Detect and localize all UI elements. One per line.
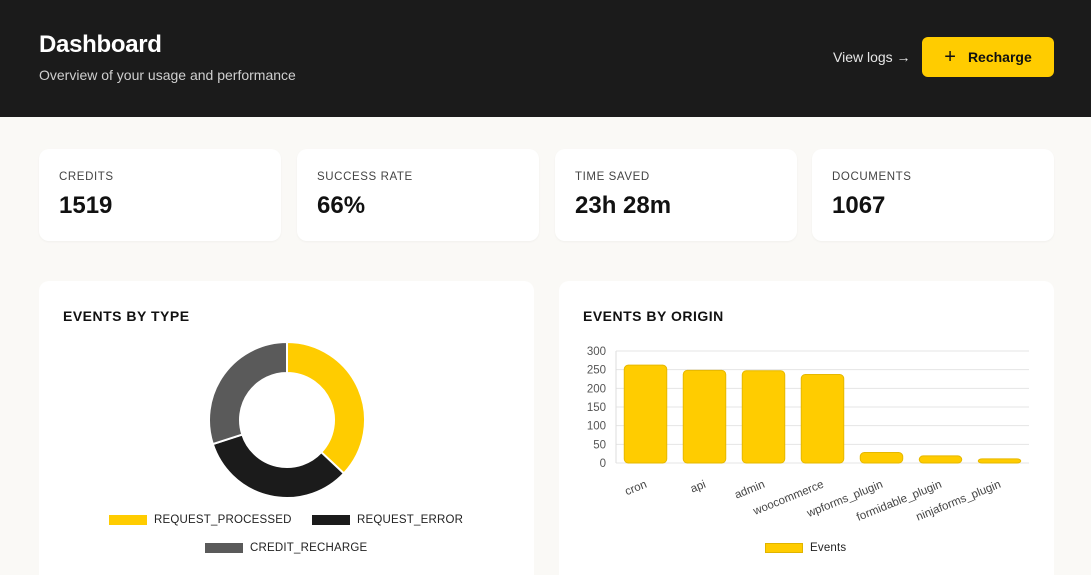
stat-label: DOCUMENTS <box>832 171 912 183</box>
legend-label: Events <box>810 542 847 554</box>
bar-admin[interactable] <box>741 370 786 464</box>
legend-swatch <box>312 515 350 525</box>
stat-value: 1067 <box>832 192 886 219</box>
stat-label: SUCCESS RATE <box>317 171 413 183</box>
legend-label: REQUEST_PROCESSED <box>154 514 292 526</box>
legend-swatch <box>205 543 243 553</box>
legend-swatch <box>765 543 803 553</box>
page-subtitle: Overview of your usage and performance <box>39 67 296 83</box>
events-by-origin-card: EVENTS BY ORIGIN 0 50 100 150 200 250 300 cron a… <box>559 281 1054 575</box>
stat-value: 66% <box>317 192 366 219</box>
legend-swatch <box>109 515 147 525</box>
stat-card-credits: CREDITS 1519 <box>39 149 281 241</box>
y-tick-label: 250 <box>587 365 606 377</box>
donut-slice-request-error[interactable] <box>211 433 346 499</box>
bar-wpforms_plugin[interactable] <box>859 452 904 464</box>
legend-item-request-processed[interactable]: REQUEST_PROCESSED <box>109 514 292 526</box>
y-tick-label: 100 <box>587 421 606 433</box>
view-logs-link[interactable]: View logs → <box>833 49 911 65</box>
events-by-type-title: EVENTS BY TYPE <box>63 308 190 324</box>
legend-item-credit-recharge[interactable]: CREDIT_RECHARGE <box>205 542 367 554</box>
stat-card-documents: DOCUMENTS 1067 <box>812 149 1054 241</box>
y-tick-label: 300 <box>587 346 606 358</box>
bar-woocommerce[interactable] <box>800 374 845 464</box>
legend-item-request-error[interactable]: REQUEST_ERROR <box>312 514 463 526</box>
stat-value: 1519 <box>59 192 113 219</box>
events-by-origin-title: EVENTS BY ORIGIN <box>583 308 724 324</box>
y-tick-label: 150 <box>587 402 606 414</box>
x-tick-label: cron <box>623 479 648 499</box>
plus-icon: + <box>944 46 956 68</box>
bar-chart: 050100150200250300cron api adminwoocommerc… <box>587 346 1029 524</box>
stat-label: CREDITS <box>59 171 114 183</box>
header-bar: Dashboard Overview of your usage and per… <box>0 0 1091 117</box>
recharge-button[interactable]: + Recharge <box>922 37 1054 77</box>
legend-item-events[interactable]: Events <box>765 542 846 554</box>
x-tick-label: admin <box>733 479 767 502</box>
recharge-button-label: Recharge <box>967 49 1032 65</box>
stat-card-success-rate: SUCCESS RATE 66% <box>297 149 539 241</box>
legend-label: REQUEST_ERROR <box>357 514 464 526</box>
events-by-type-card: EVENTS BY TYPE REQUEST_PROCESSED REQUEST… <box>39 281 534 575</box>
bar-cron[interactable] <box>623 364 668 464</box>
x-tick-label: api <box>689 479 708 496</box>
page-title: Dashboard <box>39 31 162 58</box>
bar-formidable_plugin[interactable] <box>918 455 963 464</box>
legend-label: CREDIT_RECHARGE <box>250 542 368 554</box>
stat-value: 23h 28m <box>575 192 672 219</box>
donut-slice-credit-recharge[interactable] <box>208 340 288 446</box>
y-tick-label: 0 <box>600 458 606 470</box>
donut-slice-request-processed[interactable] <box>286 340 366 475</box>
donut-chart <box>208 340 366 499</box>
stat-label: TIME SAVED <box>575 171 650 183</box>
bar-api[interactable] <box>682 369 727 464</box>
y-tick-label: 200 <box>587 383 606 395</box>
stat-card-time-saved: TIME SAVED 23h 28m <box>555 149 797 241</box>
y-tick-label: 50 <box>593 439 606 451</box>
bar-ninjaforms_plugin[interactable] <box>977 458 1022 464</box>
